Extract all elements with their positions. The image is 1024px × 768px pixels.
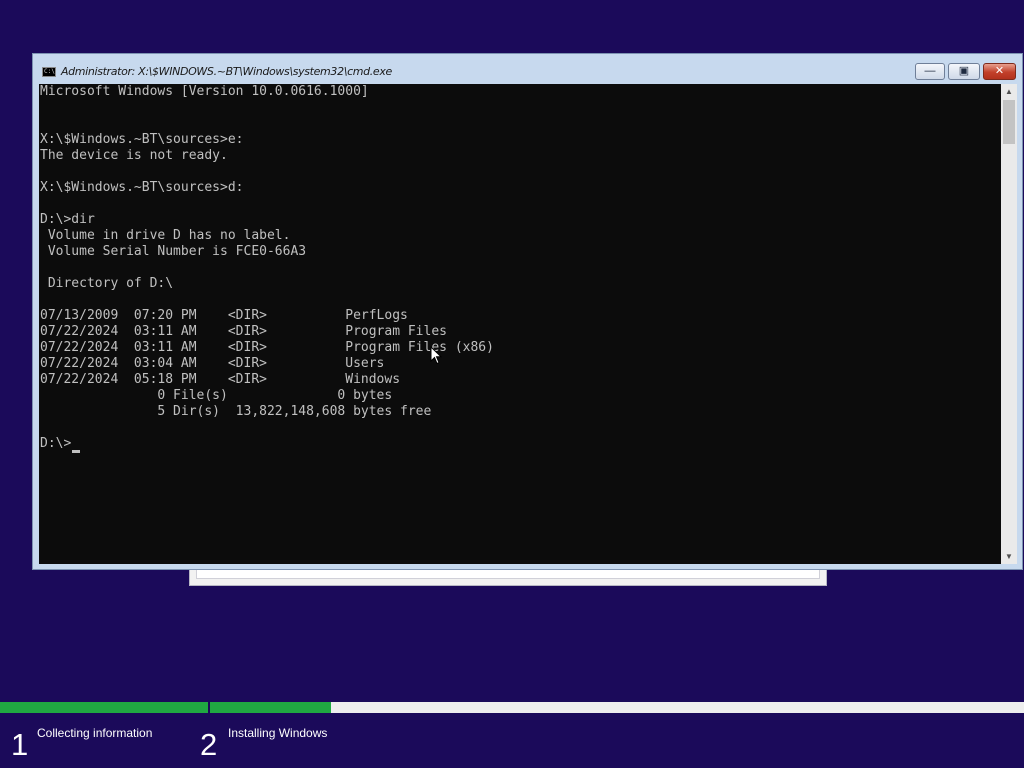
- window-title: Administrator: X:\$WINDOWS.~BT\Windows\s…: [61, 65, 392, 78]
- console-line: 07/22/2024 03:11 AM <DIR> Program Files: [40, 324, 447, 339]
- console-line: 5 Dir(s) 13,822,148,608 bytes free: [40, 404, 432, 419]
- command-prompt-window[interactable]: C:\ Administrator: X:\$WINDOWS.~BT\Windo…: [32, 53, 1023, 570]
- cmd-icon: C:\: [42, 67, 56, 77]
- scroll-thumb[interactable]: [1003, 100, 1015, 144]
- console-line: D:\>: [40, 436, 72, 451]
- console-line: 07/13/2009 07:20 PM <DIR> PerfLogs: [40, 308, 408, 323]
- minimize-icon: —: [924, 65, 936, 77]
- console-line: Directory of D:\: [40, 276, 174, 291]
- step-label: Installing Windows: [228, 726, 328, 740]
- setup-progress-bar: [0, 702, 1024, 713]
- console-text: Microsoft Windows [Version 10.0.0616.100…: [40, 84, 494, 452]
- maximize-icon: ▣: [958, 65, 970, 77]
- vertical-scrollbar[interactable]: ▲ ▼: [1001, 84, 1017, 564]
- console-line: 07/22/2024 03:11 AM <DIR> Program Files …: [40, 340, 494, 355]
- console-line: X:\$Windows.~BT\sources>e:: [40, 132, 244, 147]
- progress-segment-installing: [210, 702, 1024, 713]
- scroll-down-arrow-icon[interactable]: ▼: [1001, 549, 1017, 564]
- console-output[interactable]: Microsoft Windows [Version 10.0.0616.100…: [39, 84, 1001, 564]
- console-line: 07/22/2024 05:18 PM <DIR> Windows: [40, 372, 401, 387]
- progress-fill-installing: [210, 702, 332, 713]
- step-number: 1: [11, 727, 29, 762]
- progress-segment-collecting: [0, 702, 208, 713]
- minimize-button[interactable]: —: [915, 63, 945, 80]
- scroll-up-arrow-icon[interactable]: ▲: [1001, 84, 1017, 99]
- console-line: D:\>dir: [40, 212, 95, 227]
- step-number: 2: [200, 727, 218, 762]
- console-line: Volume Serial Number is FCE0-66A3: [40, 244, 307, 259]
- console-line: X:\$Windows.~BT\sources>d:: [40, 180, 244, 195]
- title-bar[interactable]: C:\ Administrator: X:\$WINDOWS.~BT\Windo…: [33, 54, 1022, 84]
- console-line: 07/22/2024 03:04 AM <DIR> Users: [40, 356, 385, 371]
- console-line: Microsoft Windows [Version 10.0.0616.100…: [40, 84, 369, 99]
- mouse-pointer-icon: [430, 346, 442, 365]
- console-line: Volume in drive D has no label.: [40, 228, 291, 243]
- console-line: 0 File(s) 0 bytes: [40, 388, 393, 403]
- maximize-button[interactable]: ▣: [948, 63, 980, 80]
- step-label: Collecting information: [37, 726, 153, 740]
- console-line: The device is not ready.: [40, 148, 228, 163]
- progress-fill-collecting: [0, 702, 208, 713]
- close-button[interactable]: ✕: [983, 63, 1016, 80]
- text-cursor: [72, 450, 80, 453]
- close-icon: ✕: [994, 65, 1005, 77]
